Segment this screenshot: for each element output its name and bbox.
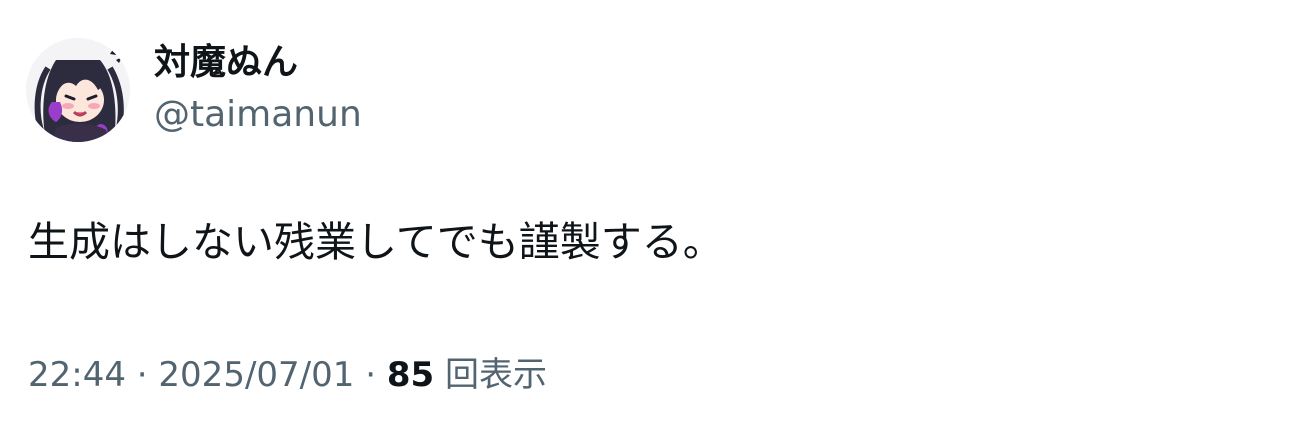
avatar[interactable] — [26, 38, 130, 142]
author-display-name[interactable]: 対魔ぬん — [154, 40, 298, 86]
post-time[interactable]: 22:44 — [28, 355, 126, 395]
post-date[interactable]: 2025/07/01 — [158, 355, 354, 395]
post-card: 対魔ぬん @taimanun 生成はしない残業してでも謹製する。 22:44 ·… — [0, 0, 1290, 424]
author-handle[interactable]: @taimanun — [154, 92, 362, 138]
post-text: 生成はしない残業してでも謹製する。 — [28, 218, 724, 266]
views-count[interactable]: 85 — [387, 355, 434, 395]
views-label: 回表示 — [444, 355, 547, 395]
meta-separator: · — [125, 355, 159, 395]
post-meta: 22:44 · 2025/07/01 · 85 回表示 — [28, 352, 547, 398]
meta-separator: · — [354, 355, 387, 395]
anime-girl-avatar-icon — [26, 38, 130, 142]
